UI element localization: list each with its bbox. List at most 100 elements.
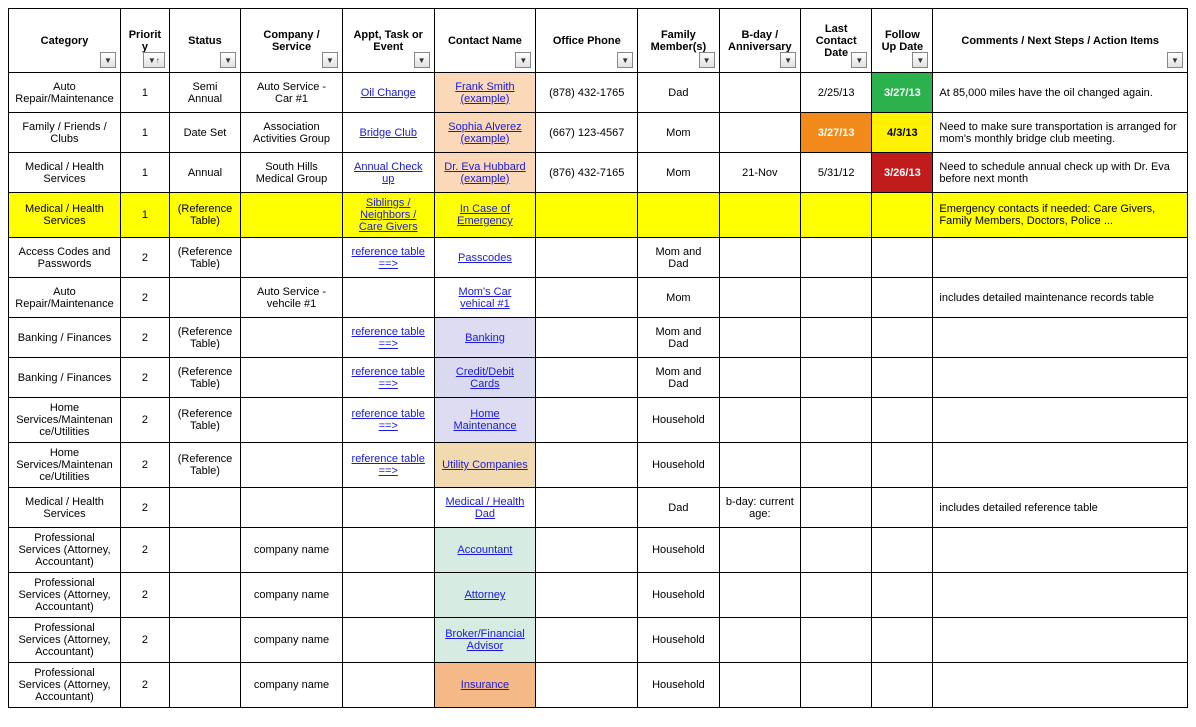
table-row: Family / Friends / Clubs 1 Date Set Asso… — [9, 113, 1188, 153]
contacts-table: Category ▼ Priority▼↑ Status ▼ Company / S… — [8, 8, 1188, 708]
contact-link[interactable]: Banking — [465, 332, 505, 344]
table-row: Banking / Finances 2 (Reference Table) r… — [9, 318, 1188, 358]
cell-family: Household — [638, 443, 719, 488]
filter-icon[interactable]: ▼ — [515, 52, 531, 68]
cell-phone — [536, 193, 638, 238]
cell-category: Professional Services (Attorney, Account… — [9, 618, 121, 663]
cell-contact: Banking — [434, 318, 536, 358]
cell-comments — [933, 238, 1188, 278]
cell-family — [638, 193, 719, 238]
cell-status: (Reference Table) — [169, 318, 240, 358]
cell-priority: 2 — [120, 358, 169, 398]
cell-category: Medical / Health Services — [9, 193, 121, 238]
cell-appt: reference table ==> — [342, 238, 434, 278]
cell-priority: 2 — [120, 443, 169, 488]
cell-bday — [719, 73, 800, 113]
cell-priority: 1 — [120, 193, 169, 238]
filter-icon[interactable]: ▼ — [220, 52, 236, 68]
cell-family: Household — [638, 663, 719, 708]
header-label: Priority — [129, 29, 161, 53]
cell-comments — [933, 528, 1188, 573]
contact-link[interactable]: Dr. Eva Hubbard (example) — [444, 161, 525, 185]
cell-category: Home Services/Maintenance/Utilities — [9, 443, 121, 488]
appt-link[interactable]: reference table ==> — [352, 246, 425, 270]
cell-status — [169, 573, 240, 618]
contact-link[interactable]: Credit/Debit Cards — [456, 366, 514, 390]
contact-link[interactable]: Utility Companies — [442, 459, 528, 471]
contact-link[interactable]: Home Maintenance — [453, 408, 516, 432]
header-label: Company / Service — [263, 29, 319, 53]
appt-link[interactable]: reference table ==> — [352, 326, 425, 350]
cell-status: (Reference Table) — [169, 443, 240, 488]
contact-link[interactable]: Sophia Alverez (example) — [448, 121, 521, 145]
contact-link[interactable]: In Case of Emergency — [457, 203, 513, 227]
appt-link[interactable]: Oil Change — [361, 87, 416, 99]
filter-icon[interactable]: ▼ — [100, 52, 116, 68]
cell-category: Medical / Health Services — [9, 488, 121, 528]
contact-link[interactable]: Medical / Health Dad — [446, 496, 525, 520]
contact-link[interactable]: Insurance — [461, 679, 509, 691]
cell-category: Professional Services (Attorney, Account… — [9, 528, 121, 573]
header-last: Last Contact Date▼ — [801, 9, 872, 73]
cell-last — [801, 663, 872, 708]
cell-category: Auto Repair/Maintenance — [9, 278, 121, 318]
contact-link[interactable]: Frank Smith (example) — [455, 81, 514, 105]
table-row: Banking / Finances 2 (Reference Table) r… — [9, 358, 1188, 398]
table-row: Medical / Health Services 1 Annual South… — [9, 153, 1188, 193]
cell-contact: Attorney — [434, 573, 536, 618]
contact-link[interactable]: Broker/Financial Advisor — [445, 628, 524, 652]
contact-link[interactable]: Attorney — [464, 589, 505, 601]
cell-follow — [872, 443, 933, 488]
cell-priority: 1 — [120, 73, 169, 113]
cell-family: Household — [638, 573, 719, 618]
cell-phone — [536, 618, 638, 663]
filter-icon[interactable]: ▼ — [1167, 52, 1183, 68]
cell-company — [241, 193, 343, 238]
filter-icon[interactable]: ▼ — [414, 52, 430, 68]
table-row: Home Services/Maintenance/Utilities 2 (R… — [9, 398, 1188, 443]
header-label: Status — [188, 35, 222, 47]
filter-icon[interactable]: ▼ — [699, 52, 715, 68]
cell-bday: 21-Nov — [719, 153, 800, 193]
cell-appt: reference table ==> — [342, 318, 434, 358]
appt-link[interactable]: Annual Check up — [354, 161, 423, 185]
cell-company: company name — [241, 528, 343, 573]
header-label: Category — [41, 35, 89, 47]
cell-appt: reference table ==> — [342, 358, 434, 398]
contact-link[interactable]: Accountant — [457, 544, 512, 556]
cell-follow — [872, 618, 933, 663]
filter-sort-icon[interactable]: ▼↑ — [143, 52, 165, 68]
cell-comments — [933, 443, 1188, 488]
appt-link[interactable]: Bridge Club — [359, 127, 416, 139]
table-row: Professional Services (Attorney, Account… — [9, 528, 1188, 573]
filter-icon[interactable]: ▼ — [780, 52, 796, 68]
contact-link[interactable]: Mom's Car vehical #1 — [459, 286, 512, 310]
cell-phone — [536, 238, 638, 278]
contact-link[interactable]: Passcodes — [458, 252, 512, 264]
cell-comments — [933, 358, 1188, 398]
header-row: Category ▼ Priority▼↑ Status ▼ Company / S… — [9, 9, 1188, 73]
cell-follow — [872, 488, 933, 528]
cell-last: 3/27/13 — [801, 113, 872, 153]
appt-link[interactable]: reference table ==> — [352, 453, 425, 477]
cell-last — [801, 238, 872, 278]
cell-contact: Home Maintenance — [434, 398, 536, 443]
cell-last — [801, 398, 872, 443]
cell-category: Professional Services (Attorney, Account… — [9, 663, 121, 708]
cell-phone: (667) 123-4567 — [536, 113, 638, 153]
cell-follow — [872, 663, 933, 708]
filter-icon[interactable]: ▼ — [617, 52, 633, 68]
cell-bday — [719, 358, 800, 398]
filter-icon[interactable]: ▼ — [912, 52, 928, 68]
filter-icon[interactable]: ▼ — [851, 52, 867, 68]
cell-status — [169, 663, 240, 708]
cell-bday: b-day: current age: — [719, 488, 800, 528]
cell-priority: 2 — [120, 618, 169, 663]
cell-comments — [933, 318, 1188, 358]
cell-last — [801, 488, 872, 528]
appt-link[interactable]: Siblings / Neighbors / Care Givers — [359, 197, 418, 233]
filter-icon[interactable]: ▼ — [322, 52, 338, 68]
appt-link[interactable]: reference table ==> — [352, 366, 425, 390]
cell-status: (Reference Table) — [169, 358, 240, 398]
appt-link[interactable]: reference table ==> — [352, 408, 425, 432]
